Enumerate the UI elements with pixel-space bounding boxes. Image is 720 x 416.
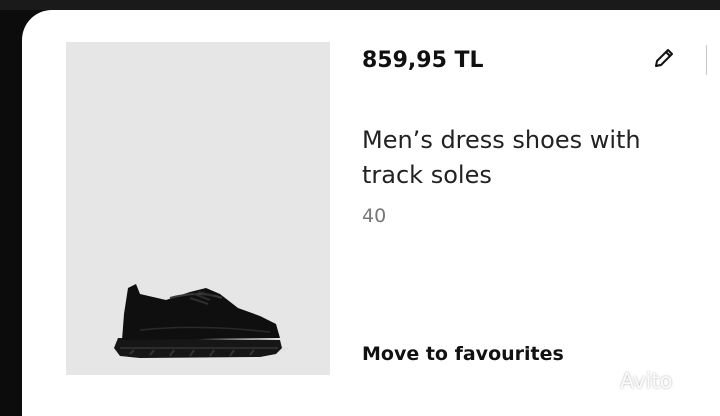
move-to-favourites-link[interactable]: Move to favourites xyxy=(362,343,564,365)
screen: 859,95 TL Men’s dress shoes with track s… xyxy=(0,0,720,416)
watermark-text: Avito xyxy=(620,369,673,393)
watermark: Avito xyxy=(590,368,700,398)
cart-item-card: 859,95 TL Men’s dress shoes with track s… xyxy=(22,10,720,416)
product-size: 40 xyxy=(362,205,387,227)
avito-logo-icon xyxy=(590,372,617,396)
divider xyxy=(706,45,707,75)
product-image[interactable] xyxy=(66,42,330,375)
product-title: Men’s dress shoes with track soles xyxy=(362,126,641,189)
product-price: 859,95 TL xyxy=(362,48,484,73)
pencil-icon[interactable] xyxy=(649,43,679,73)
shoe-icon xyxy=(114,284,282,358)
top-strip xyxy=(0,0,720,10)
